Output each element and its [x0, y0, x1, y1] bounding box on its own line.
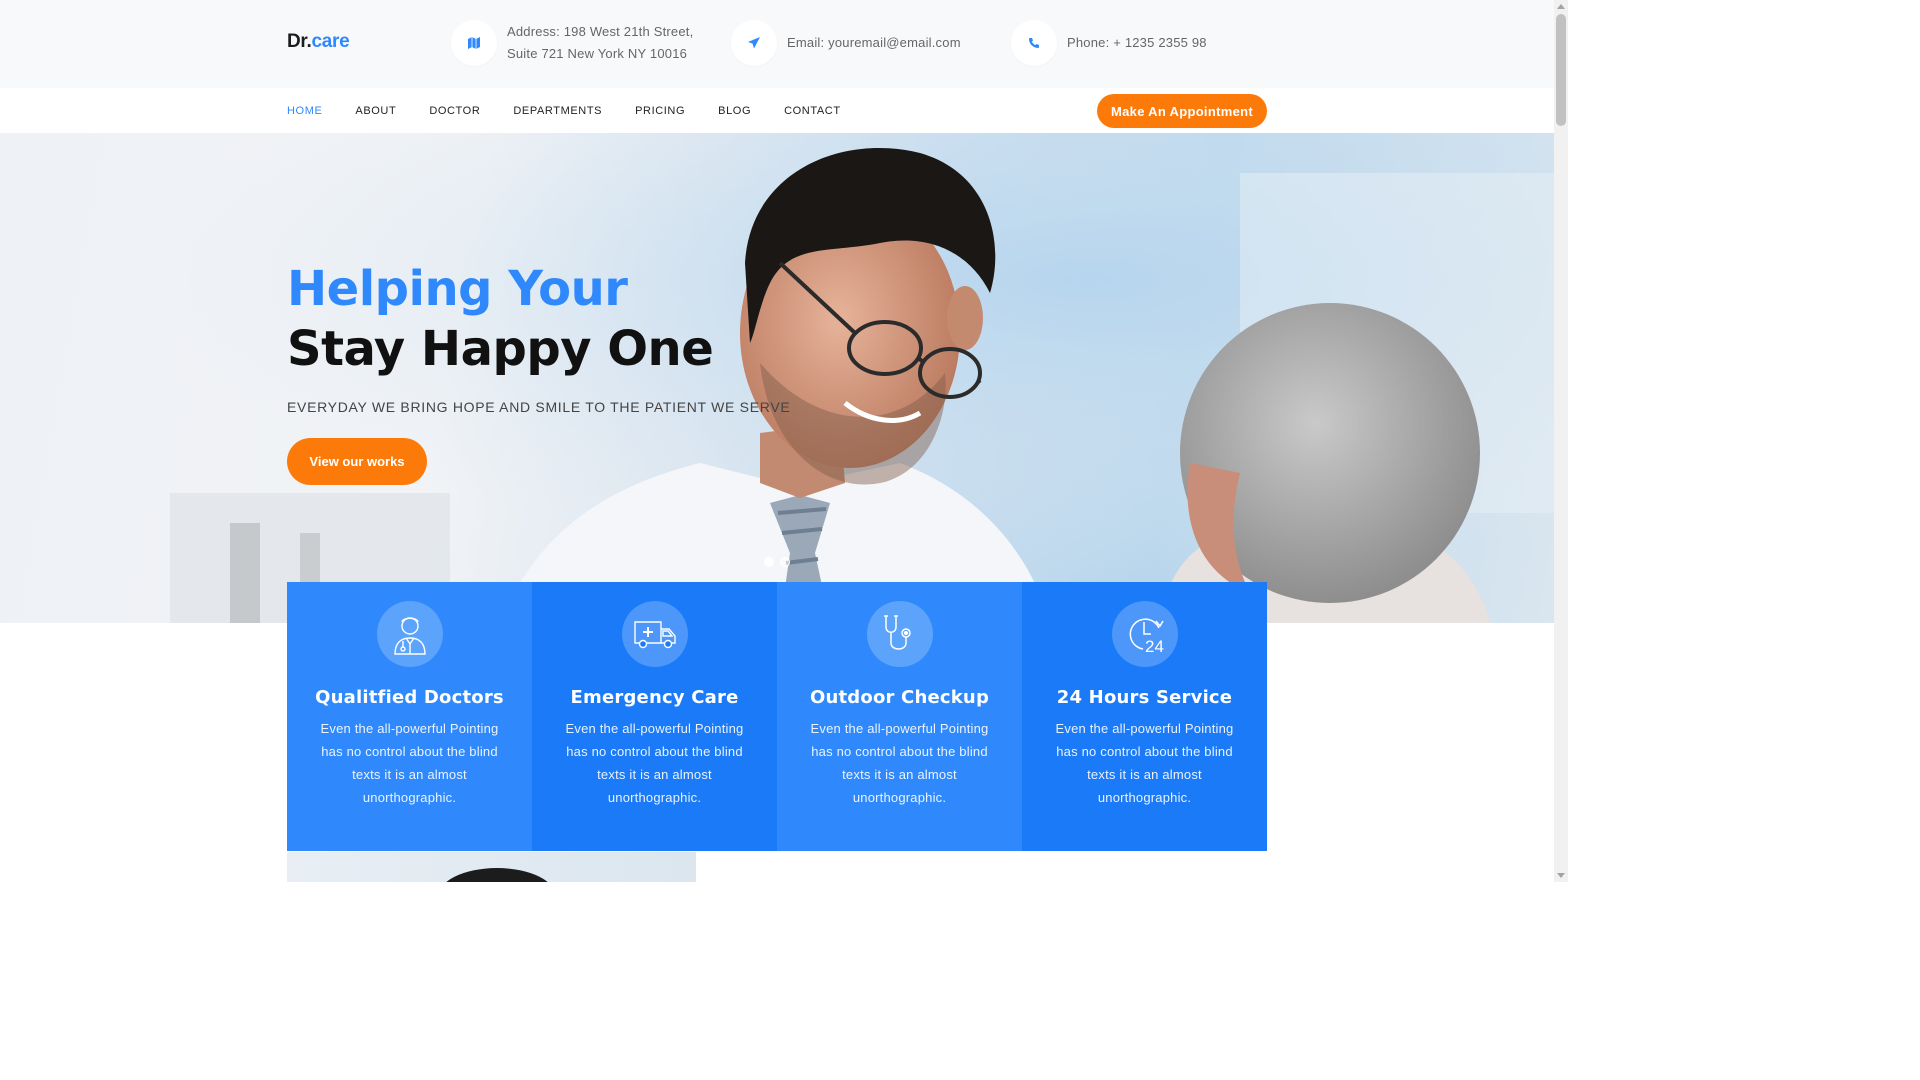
- doctor-icon: [376, 601, 443, 667]
- site-logo[interactable]: Dr.care: [287, 31, 350, 53]
- view-works-button[interactable]: View our works: [287, 438, 427, 485]
- service-card-emergency: Emergency Care Even the all-powerful Poi…: [532, 582, 777, 851]
- service-title: Qualitfied Doctors: [315, 687, 504, 708]
- map-icon: [451, 20, 497, 66]
- about-image: [287, 852, 696, 882]
- stethoscope-icon: [866, 601, 933, 667]
- main-nav: HOME ABOUT DOCTOR DEPARTMENTS PRICING BL…: [0, 88, 1554, 133]
- svg-text:24: 24: [1145, 637, 1164, 656]
- hero-subtitle: EVERYDAY WE BRING HOPE AND SMILE TO THE …: [287, 399, 791, 415]
- logo-suffix: care: [311, 31, 350, 52]
- service-title: Emergency Care: [570, 687, 739, 708]
- doctor-photo-hair: [437, 868, 557, 882]
- scroll-up-arrow-icon[interactable]: [1557, 4, 1565, 9]
- services-row: Qualitfied Doctors Even the all-powerful…: [287, 582, 1267, 851]
- address-line-2: Suite 721 New York NY 10016: [507, 46, 688, 61]
- nav-pricing[interactable]: PRICING: [635, 105, 685, 117]
- slider-dot-2[interactable]: [780, 557, 790, 567]
- scrollbar-thumb[interactable]: [1556, 14, 1566, 126]
- service-text: Even the all-powerful Pointing has no co…: [320, 721, 499, 805]
- phone-icon: [1011, 20, 1057, 66]
- hero-title-line-2: Stay Happy One: [287, 321, 714, 377]
- service-text: Even the all-powerful Pointing has no co…: [1055, 721, 1234, 805]
- service-card-24h: 24 24 Hours Service Even the all-powerfu…: [1022, 582, 1267, 851]
- page-scrollbar[interactable]: [1554, 0, 1568, 882]
- nav-home[interactable]: HOME: [287, 105, 322, 117]
- nav-blog[interactable]: BLOG: [718, 105, 751, 117]
- clock-24-icon: 24: [1111, 601, 1178, 667]
- make-appointment-button[interactable]: Make An Appointment: [1097, 94, 1267, 128]
- service-text: Even the all-powerful Pointing has no co…: [565, 721, 744, 805]
- nav-doctor[interactable]: DOCTOR: [429, 105, 480, 117]
- phone-text[interactable]: Phone: + 1235 2355 98: [1067, 32, 1207, 54]
- phone-info: Phone: + 1235 2355 98: [1011, 20, 1207, 66]
- ambulance-icon: [621, 601, 688, 667]
- service-title: 24 Hours Service: [1056, 687, 1233, 708]
- email-info: Email: youremail@email.com: [731, 20, 961, 66]
- nav-contact[interactable]: CONTACT: [784, 105, 841, 117]
- service-title: Outdoor Checkup: [809, 687, 990, 708]
- service-card-doctors: Qualitfied Doctors Even the all-powerful…: [287, 582, 532, 851]
- slider-dots: [764, 557, 790, 567]
- email-text[interactable]: Email: youremail@email.com: [787, 32, 961, 54]
- logo-prefix: Dr.: [287, 31, 312, 52]
- top-bar: Dr.care Address: 198 West 21th Street, S…: [0, 0, 1554, 88]
- address-line-1: Address: 198 West 21th Street,: [507, 24, 694, 39]
- hero-title-line-1: Helping Your: [287, 261, 628, 317]
- service-text: Even the all-powerful Pointing has no co…: [810, 721, 989, 805]
- nav-about[interactable]: ABOUT: [355, 105, 396, 117]
- scroll-down-arrow-icon[interactable]: [1557, 873, 1565, 878]
- paper-plane-icon: [731, 20, 777, 66]
- slider-dot-1[interactable]: [764, 557, 774, 567]
- nav-departments[interactable]: DEPARTMENTS: [513, 105, 602, 117]
- service-card-checkup: Outdoor Checkup Even the all-powerful Po…: [777, 582, 1022, 851]
- address-info: Address: 198 West 21th Street, Suite 721…: [451, 20, 693, 66]
- hero-image: [0, 133, 1554, 623]
- hero-slider: Helping Your Stay Happy One EVERYDAY WE …: [0, 133, 1554, 623]
